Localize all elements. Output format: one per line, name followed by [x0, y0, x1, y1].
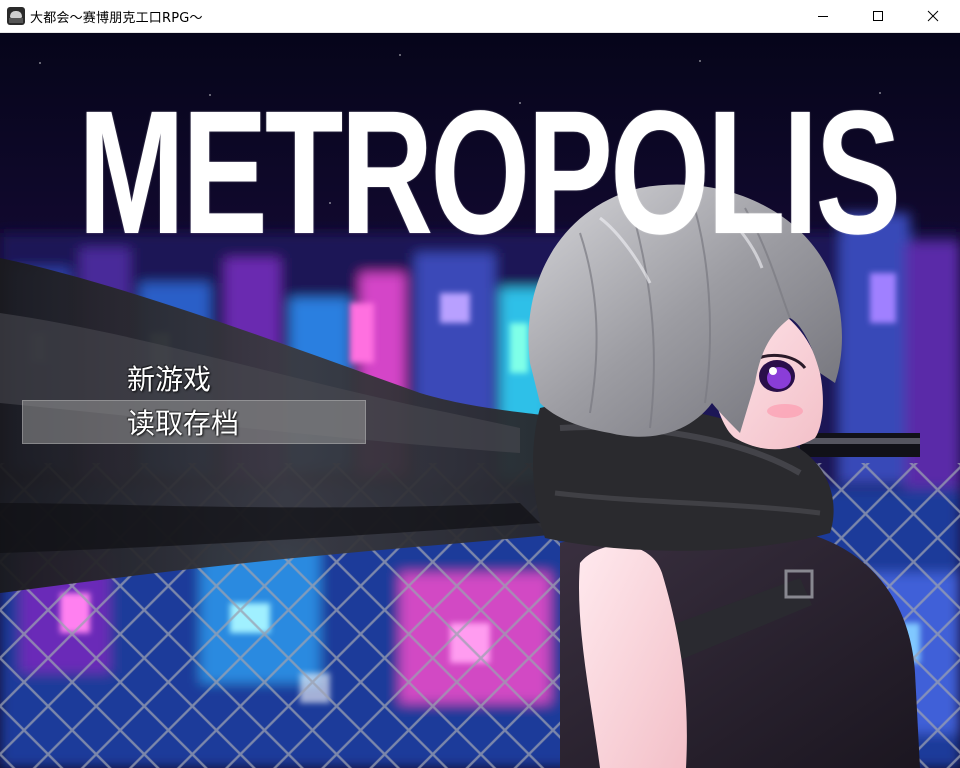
game-screen: METROPOLIS 新游戏 读取存档: [0, 33, 960, 768]
load-game-option[interactable]: 读取存档: [22, 400, 366, 444]
window-title: 大都会～赛博朋克工口RPG～: [30, 10, 203, 26]
game-character-icon: [7, 7, 25, 25]
game-window: 大都会～赛博朋克工口RPG～ METROPOLIS 新游戏 读取存档: [0, 0, 960, 768]
minimize-button[interactable]: [795, 0, 850, 33]
game-logo: METROPOLIS: [78, 75, 901, 271]
new-game-option[interactable]: 新游戏: [22, 356, 366, 400]
maximize-button[interactable]: [850, 0, 905, 33]
minimize-icon: [817, 16, 828, 17]
maximize-icon: [872, 11, 883, 21]
title-command-menu: 新游戏 读取存档: [22, 356, 366, 444]
close-icon: [927, 10, 938, 22]
close-button[interactable]: [905, 0, 960, 33]
title-bar[interactable]: 大都会～赛博朋克工口RPG～: [0, 0, 960, 33]
